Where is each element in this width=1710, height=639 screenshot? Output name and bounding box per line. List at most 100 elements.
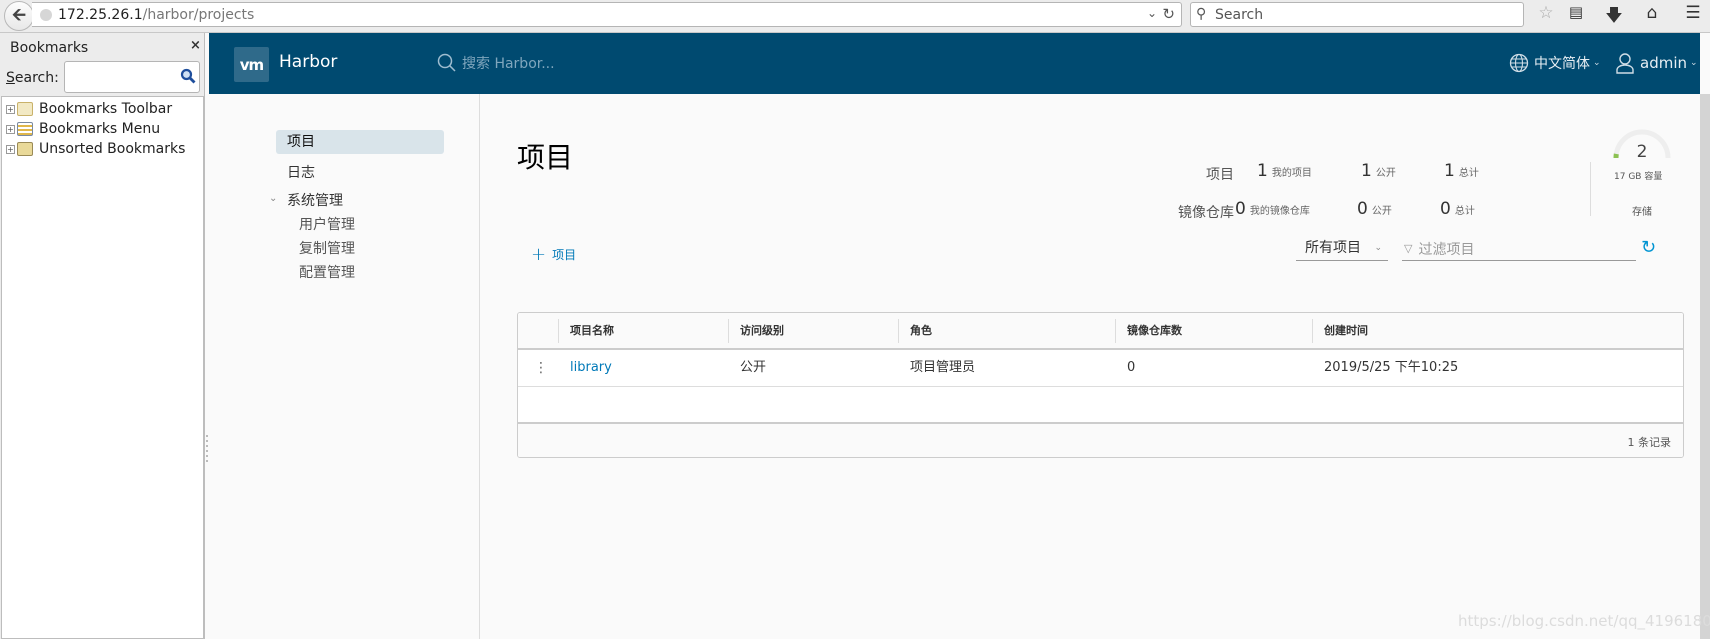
table-row: ⋮ library 公开 项目管理员 0 2019/5/25 下午10:25 (518, 350, 1683, 387)
filter-projects-input[interactable]: ▽ 过滤项目 (1402, 237, 1636, 261)
global-search-input[interactable]: 搜索 Harbor... (437, 53, 555, 73)
main-content: 项目 项目 镜像仓库 1 我的项目 1 公开 1 总计 0 我的镜像仓库 0 公开 0 总计… (481, 94, 1700, 639)
table-footer: 1 条记录 (518, 424, 1683, 457)
cell-name: library (558, 350, 612, 386)
column-header-created[interactable]: 创建时间 (1312, 313, 1368, 350)
storage-label: 存储 (1632, 207, 1652, 218)
stat-caption: 总计 (1454, 206, 1475, 217)
back-button[interactable]: 🡨 (4, 1, 34, 31)
search-icon (437, 53, 456, 72)
search-icon (180, 68, 196, 84)
plus-icon: + (531, 244, 547, 265)
storage-capacity: 17 GB 容量 (1614, 172, 1663, 182)
project-link[interactable]: library (570, 360, 612, 375)
url-bar[interactable]: 172.25.26.1/harbor/projects ⌄ ↻ (32, 2, 1182, 27)
vmware-logo[interactable]: vm (234, 47, 269, 82)
language-selector[interactable]: 中文简体 ⌄ (1509, 53, 1601, 73)
unsorted-bookmarks-icon (17, 142, 33, 156)
filter-icon: ▽ (1404, 242, 1413, 255)
stat-projects-label: 项目 (1206, 167, 1234, 183)
stat-repos-label: 镜像仓库 (1178, 205, 1234, 221)
app-name[interactable]: Harbor (279, 52, 337, 72)
reload-icon[interactable]: ↻ (1162, 5, 1175, 23)
stat-value: 0 (1357, 199, 1368, 219)
stat-value: 1 (1444, 161, 1455, 181)
expand-icon[interactable]: + (6, 124, 15, 134)
browser-search-input[interactable]: ⚲ Search (1190, 2, 1524, 27)
harbor-app: vm Harbor 搜索 Harbor... 中文简体 ⌄ admin ⌄ 项目… (209, 33, 1700, 639)
stat-caption: 总计 (1458, 168, 1479, 179)
column-header-name[interactable]: 项目名称 (558, 313, 614, 350)
expand-icon[interactable]: + (6, 144, 15, 154)
nav-item-configuration[interactable]: 配置管理 (299, 262, 355, 282)
globe-icon (1509, 53, 1529, 73)
nav-item-logs[interactable]: 日志 (287, 162, 315, 182)
bookmarks-search-label: Search: (6, 70, 59, 86)
record-count: 1 条记录 (1627, 436, 1672, 449)
back-arrow-icon: 🡨 (12, 4, 26, 25)
page-title: 项目 (517, 141, 574, 174)
clipboard-icon[interactable]: ▤ (1564, 3, 1588, 21)
star-icon[interactable]: ☆ (1534, 3, 1558, 23)
chevron-down-icon: ⌄ (1593, 58, 1601, 68)
stats-divider (1590, 162, 1591, 216)
stat-caption: 我的项目 (1271, 168, 1312, 179)
chevron-down-icon[interactable]: ⌄ (269, 193, 277, 204)
add-project-label: 项目 (552, 248, 577, 262)
globe-icon (40, 9, 52, 21)
column-header-role[interactable]: 角色 (898, 313, 932, 350)
bookmarks-search-input[interactable] (64, 61, 200, 93)
browser-search-placeholder: Search (1215, 7, 1264, 23)
watermark: https://blog.csdn.net/qq_41961805 (1458, 612, 1710, 630)
stat-my-projects: 1 我的项目 (1257, 161, 1312, 181)
language-label: 中文简体 (1534, 56, 1590, 72)
stat-total-repos: 0 总计 (1440, 199, 1475, 219)
project-type-select[interactable]: 所有项目 ⌄ (1296, 237, 1388, 261)
bookmarks-title: Bookmarks (10, 40, 89, 56)
chevron-down-icon: ⌄ (1690, 58, 1698, 68)
sidebar-splitter[interactable] (206, 435, 208, 463)
storage-value: 2 (1636, 142, 1648, 162)
stat-my-repos: 0 我的镜像仓库 (1235, 199, 1310, 219)
menu-icon[interactable]: ☰ (1681, 3, 1705, 23)
close-icon[interactable]: × (190, 38, 201, 53)
url-path: /harbor/projects (142, 7, 255, 23)
user-icon (1616, 53, 1634, 74)
bookmark-label: Bookmarks Toolbar (39, 101, 173, 117)
nav-item-replication[interactable]: 复制管理 (299, 238, 355, 258)
add-project-button[interactable]: + 项目 (531, 244, 576, 265)
username: admin (1640, 54, 1687, 72)
side-nav: 项目 日志 ⌄ 系统管理 用户管理 复制管理 配置管理 (209, 94, 480, 639)
bookmark-folder-toolbar[interactable]: + Bookmarks Toolbar (6, 99, 172, 119)
stat-caption: 我的镜像仓库 (1249, 206, 1310, 217)
stat-caption: 公开 (1375, 168, 1396, 179)
stat-public-projects: 1 公开 (1361, 161, 1396, 181)
row-actions-icon[interactable]: ⋮ (534, 360, 548, 376)
user-menu[interactable]: admin ⌄ (1615, 52, 1698, 74)
refresh-icon[interactable]: ↻ (1641, 237, 1656, 258)
chevron-down-icon: ⌄ (1374, 243, 1382, 253)
home-icon[interactable]: ⌂ (1640, 3, 1664, 23)
cell-repo-count: 0 (1127, 360, 1136, 375)
select-value: 所有项目 (1305, 240, 1361, 256)
column-header-repo-count[interactable]: 镜像仓库数 (1115, 313, 1182, 350)
download-icon[interactable]: 🡇 (1602, 3, 1626, 32)
url-host: 172.25.26.1 (58, 7, 143, 23)
bookmark-label: Bookmarks Menu (39, 121, 161, 137)
app-header: vm Harbor 搜索 Harbor... 中文简体 ⌄ admin ⌄ (209, 33, 1700, 94)
nav-item-projects[interactable]: 项目 (276, 130, 444, 154)
nav-item-administration[interactable]: 系统管理 (287, 190, 343, 210)
logo-text: vm (239, 55, 264, 74)
cell-role: 项目管理员 (910, 360, 976, 375)
bookmark-folder-unsorted[interactable]: + Unsorted Bookmarks (6, 139, 185, 159)
filter-placeholder: 过滤项目 (1418, 241, 1475, 258)
page-scrollbar[interactable] (1700, 94, 1710, 639)
column-header-access[interactable]: 访问级别 (728, 313, 784, 350)
stat-value: 0 (1235, 199, 1246, 219)
nav-item-users[interactable]: 用户管理 (299, 214, 355, 234)
expand-icon[interactable]: + (6, 104, 15, 114)
bookmark-folder-menu[interactable]: + Bookmarks Menu (6, 119, 160, 139)
cell-access: 公开 (740, 360, 767, 375)
projects-table: 项目名称 访问级别 角色 镜像仓库数 创建时间 ⋮ library 公开 项目管… (517, 312, 1684, 458)
url-dropdown-icon[interactable]: ⌄ (1147, 6, 1157, 20)
